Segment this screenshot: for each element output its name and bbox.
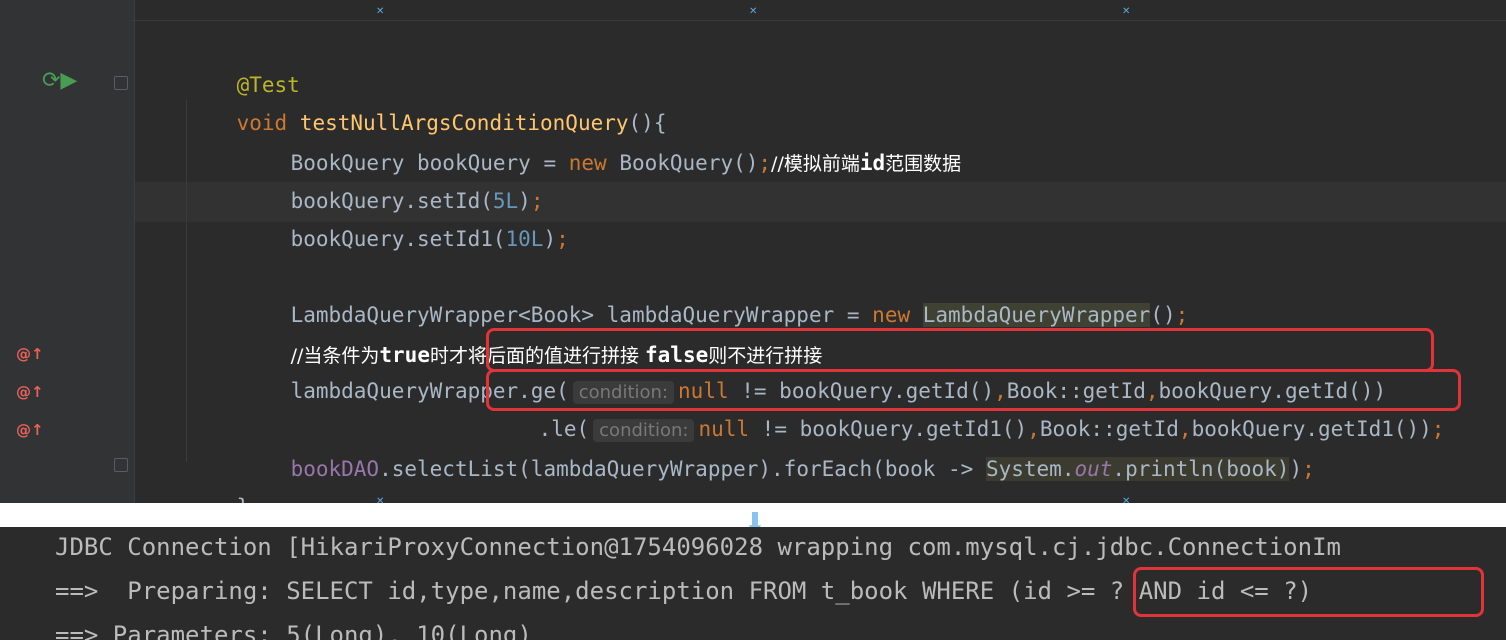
code-text: bookQuery.setId1( — [290, 227, 506, 251]
field-reference: bookDAO — [290, 457, 380, 481]
comment-text: id — [859, 151, 886, 175]
semicolon: ; — [1431, 417, 1445, 441]
method-separator — [130, 20, 1506, 21]
highlight-box-sql — [1133, 567, 1484, 617]
code-text: BookQuery() — [619, 151, 759, 175]
keyword: new — [568, 151, 620, 175]
console-text: ==> Preparing: SELECT id,type,name,descr… — [55, 577, 1009, 605]
code-line-method[interactable]: void testNullArgsConditionQuery(){ — [186, 66, 667, 135]
code-text: ) — [1289, 457, 1303, 481]
selection-marker: ✕ — [1122, 496, 1131, 507]
comment-text: 范围数据 — [885, 153, 962, 175]
code-line-5[interactable]: bookQuery.setId1(10L); — [240, 182, 569, 251]
error-arrow-icon[interactable]: @↑ — [16, 345, 44, 367]
code-line-3[interactable]: BookQuery bookQuery = new BookQuery();//… — [240, 106, 962, 175]
selection-marker: ✕ — [1122, 6, 1131, 17]
comment-text: //模拟前端 — [771, 153, 860, 175]
code-text: ) — [543, 227, 557, 251]
semicolon: ; — [758, 151, 772, 175]
fold-method-icon[interactable] — [114, 76, 128, 90]
run-test-icon[interactable]: ⟳▶ — [42, 68, 77, 94]
fold-end-icon[interactable] — [114, 458, 128, 472]
keyword: new — [872, 303, 923, 327]
code-line-close[interactable]: } — [186, 450, 250, 503]
code-text: LambdaQueryWrapper — [922, 303, 1151, 327]
semicolon: ; — [1302, 457, 1315, 481]
console-output[interactable]: JDBC Connection [HikariProxyConnection@1… — [0, 527, 1506, 640]
code-text: .println(book) — [1112, 457, 1290, 481]
highlighted-expression: System.out.println(book) — [985, 457, 1290, 481]
semicolon: ; — [1175, 303, 1189, 327]
code-editor[interactable]: ⟳▶ @↑ @↑ @↑ @Test void testNullArgsCondi… — [0, 0, 1506, 503]
code-text: } — [237, 495, 250, 503]
highlight-box-ge — [486, 328, 1434, 372]
code-line-4[interactable]: bookQuery.setId(5L); — [240, 144, 544, 213]
number-literal: 10L — [505, 227, 544, 251]
selection-marker: ✕ — [749, 6, 758, 17]
code-line-annotation[interactable]: @Test — [186, 28, 300, 97]
error-arrow-icon[interactable]: @↑ — [16, 421, 44, 443]
code-text: .selectList(lambdaQueryWrapper).forEach(… — [379, 457, 986, 481]
static-field: out — [1074, 457, 1113, 481]
selection-marker: ✕ — [376, 496, 385, 507]
code-text: lambdaQueryWrapper — [290, 379, 519, 403]
code-text: () — [1150, 303, 1176, 327]
code-text: System. — [985, 457, 1075, 481]
highlight-box-le — [486, 369, 1461, 411]
gutter-separator — [134, 0, 135, 503]
code-line-11[interactable]: bookDAO.selectList(lambdaQueryWrapper).f… — [240, 412, 1315, 481]
comment: //模拟前端id范围数据 — [771, 151, 962, 175]
console-line: ==> Parameters: 5(Long), 10(Long) — [55, 621, 532, 640]
selection-marker: ✕ — [376, 6, 385, 17]
console-line: ==> Preparing: SELECT id,type,name,descr… — [55, 569, 1312, 613]
code-line-7[interactable]: LambdaQueryWrapper<Book> lambdaQueryWrap… — [240, 258, 1188, 327]
console-line: JDBC Connection [HikariProxyConnection@1… — [55, 533, 1341, 561]
semicolon: ; — [556, 227, 569, 251]
error-arrow-icon[interactable]: @↑ — [16, 383, 44, 405]
